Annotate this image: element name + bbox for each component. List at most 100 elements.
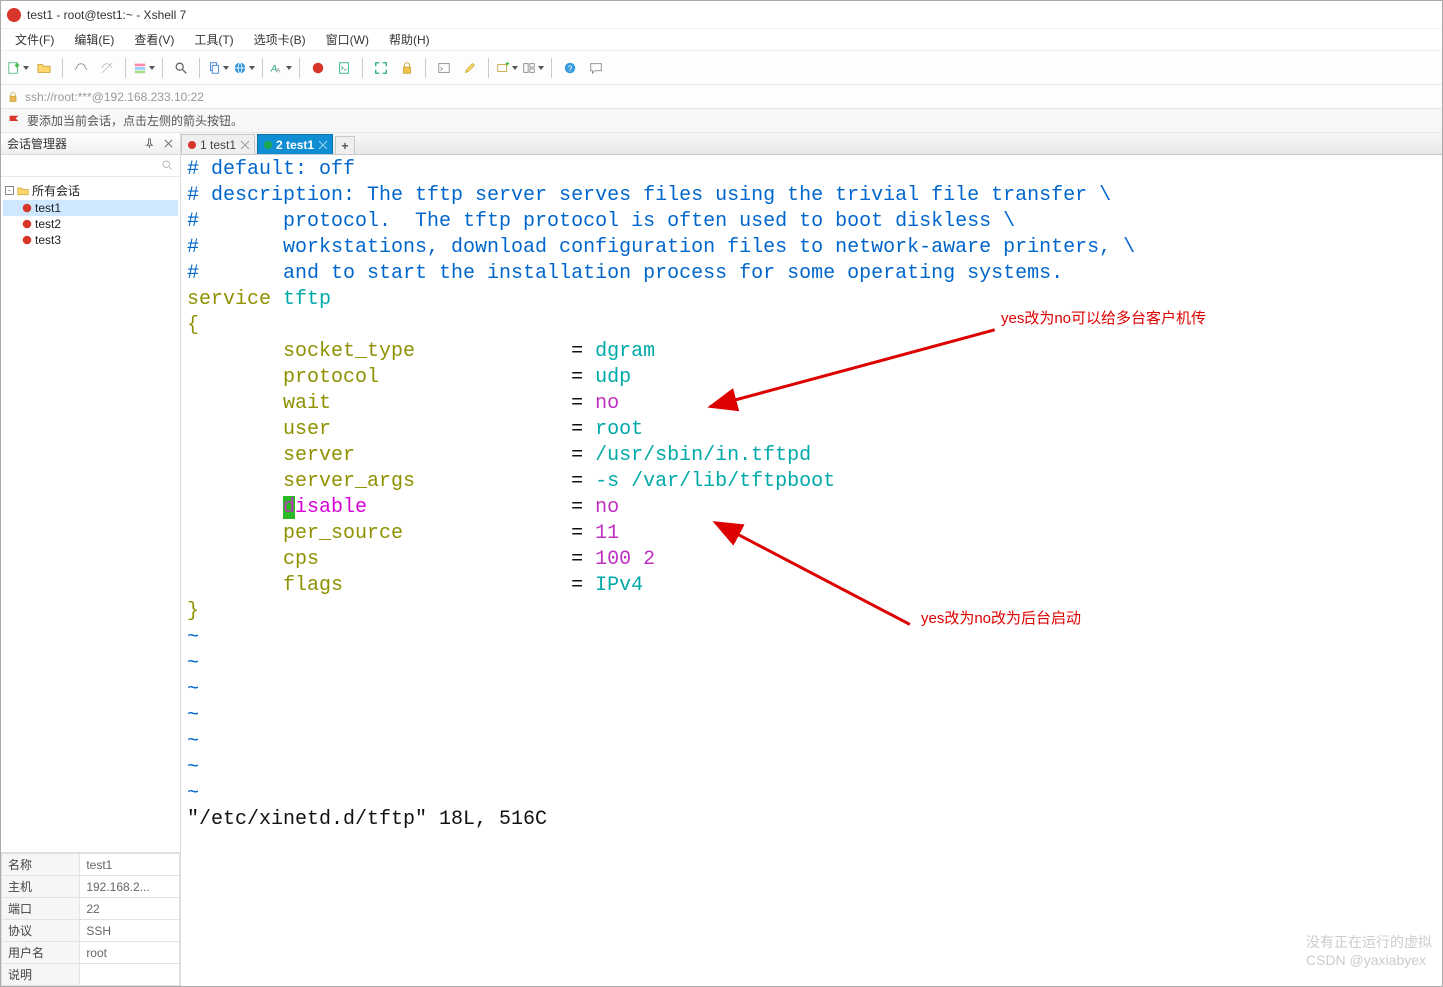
tree-session[interactable]: test1: [3, 200, 178, 216]
lock-icon: [7, 91, 19, 103]
search-icon: [161, 159, 174, 172]
script-icon: [337, 61, 351, 75]
watermark: 没有正在运行的虚拟 CSDN @yaxiabyex: [1306, 932, 1432, 968]
find-button[interactable]: [170, 57, 192, 79]
dropdown-arrow-icon: [286, 66, 292, 70]
disconnect-button[interactable]: [96, 57, 118, 79]
fullscreen-icon: [374, 61, 388, 75]
tree-root-label: 所有会话: [32, 182, 80, 199]
chat-button[interactable]: [585, 57, 607, 79]
prop-user-label: 用户名: [2, 942, 80, 964]
copy-icon: [207, 61, 221, 75]
help-button[interactable]: ?: [559, 57, 581, 79]
script-button[interactable]: [333, 57, 355, 79]
collapse-toggle-icon[interactable]: -: [5, 186, 14, 195]
tree-session[interactable]: test3: [3, 232, 178, 248]
tab-session-2[interactable]: 2 test1: [257, 134, 333, 154]
session-tree: - 所有会话 test1 test2 test3: [1, 177, 180, 852]
tree-session[interactable]: test2: [3, 216, 178, 232]
tab-strip: 1 test1 2 test1 +: [181, 133, 1442, 155]
search-icon: [174, 61, 188, 75]
session-icon: [21, 234, 33, 246]
title-bar: test1 - root@test1:~ - Xshell 7: [1, 1, 1442, 29]
file-plus-icon: [7, 61, 21, 75]
menu-window[interactable]: 窗口(W): [318, 29, 377, 50]
dropdown-arrow-icon: [23, 66, 29, 70]
record-icon: [311, 61, 325, 75]
annotation-wait: yes改为no可以给多台客户机传: [1001, 307, 1206, 328]
app-logo-icon: [7, 8, 21, 22]
content-area: 1 test1 2 test1 + # default: off # descr…: [181, 133, 1442, 986]
prop-desc-label: 说明: [2, 964, 80, 986]
address-bar[interactable]: ssh://root:***@192.168.233.10:22: [1, 85, 1442, 109]
prop-name-value: test1: [80, 854, 180, 876]
tab-label: 1 test1: [200, 138, 236, 152]
status-dot-green-icon: [264, 141, 272, 149]
new-window-button[interactable]: [496, 57, 518, 79]
session-properties: 名称test1 主机192.168.2... 端口22 协议SSH 用户名roo…: [1, 852, 180, 986]
plug-icon: [74, 61, 88, 75]
record-button[interactable]: [307, 57, 329, 79]
help-icon: ?: [563, 61, 577, 75]
layout-icon: [522, 61, 536, 75]
menu-file[interactable]: 文件(F): [7, 29, 62, 50]
tab-session-1[interactable]: 1 test1: [181, 134, 255, 154]
prop-proto-value: SSH: [80, 920, 180, 942]
prop-user-value: root: [80, 942, 180, 964]
address-text: ssh://root:***@192.168.233.10:22: [25, 90, 204, 104]
session-icon: [21, 218, 33, 230]
pin-icon[interactable]: [144, 138, 155, 149]
rows-icon: [133, 61, 147, 75]
copy-button[interactable]: [207, 57, 229, 79]
layout-button[interactable]: [522, 57, 544, 79]
font-button[interactable]: AA: [270, 57, 292, 79]
fullscreen-button[interactable]: [370, 57, 392, 79]
tab-close-icon[interactable]: [240, 139, 250, 149]
tree-root[interactable]: - 所有会话: [3, 181, 178, 200]
open-session-button[interactable]: [33, 57, 55, 79]
font-icon: AA: [270, 61, 284, 75]
dropdown-arrow-icon: [538, 66, 544, 70]
menu-view[interactable]: 查看(V): [126, 29, 182, 50]
reconnect-button[interactable]: [70, 57, 92, 79]
new-session-button[interactable]: [7, 57, 29, 79]
prop-port-value: 22: [80, 898, 180, 920]
tree-session-label: test3: [35, 233, 61, 247]
highlighter-icon: [463, 61, 477, 75]
chat-icon: [589, 61, 603, 75]
annotation-disable: yes改为no改为后台启动: [921, 607, 1081, 628]
dropdown-arrow-icon: [149, 66, 155, 70]
globe-button[interactable]: [233, 57, 255, 79]
menu-help[interactable]: 帮助(H): [381, 29, 438, 50]
prop-host-value: 192.168.2...: [80, 876, 180, 898]
highlight-button[interactable]: [459, 57, 481, 79]
toolbar: AA: [1, 51, 1442, 85]
panel-search[interactable]: [1, 155, 180, 177]
window-title: test1 - root@test1:~ - Xshell 7: [27, 8, 186, 22]
panel-title: 会话管理器: [7, 135, 67, 152]
menu-tools[interactable]: 工具(T): [186, 29, 241, 50]
tab-label: 2 test1: [276, 138, 314, 152]
properties-button[interactable]: [133, 57, 155, 79]
globe-icon: [233, 61, 247, 75]
terminal-button[interactable]: [433, 57, 455, 79]
prop-host-label: 主机: [2, 876, 80, 898]
terminal-icon: [437, 61, 451, 75]
tab-close-icon[interactable]: [318, 139, 328, 149]
prop-port-label: 端口: [2, 898, 80, 920]
menu-tabs[interactable]: 选项卡(B): [246, 29, 314, 50]
status-dot-red-icon: [188, 141, 196, 149]
folder-icon: [16, 185, 30, 197]
terminal-view[interactable]: # default: off # description: The tftp s…: [181, 155, 1442, 986]
menu-edit[interactable]: 编辑(E): [66, 29, 122, 50]
prop-desc-value: [80, 964, 180, 986]
close-icon[interactable]: [163, 138, 174, 149]
menu-bar: 文件(F) 编辑(E) 查看(V) 工具(T) 选项卡(B) 窗口(W) 帮助(…: [1, 29, 1442, 51]
tree-session-label: test1: [35, 201, 61, 215]
hint-strip: 要添加当前会话，点击左侧的箭头按钮。: [1, 109, 1442, 133]
dropdown-arrow-icon: [223, 66, 229, 70]
lock-button[interactable]: [396, 57, 418, 79]
new-tab-button[interactable]: +: [335, 136, 355, 154]
lock-icon: [400, 61, 414, 75]
svg-text:?: ?: [568, 64, 573, 73]
